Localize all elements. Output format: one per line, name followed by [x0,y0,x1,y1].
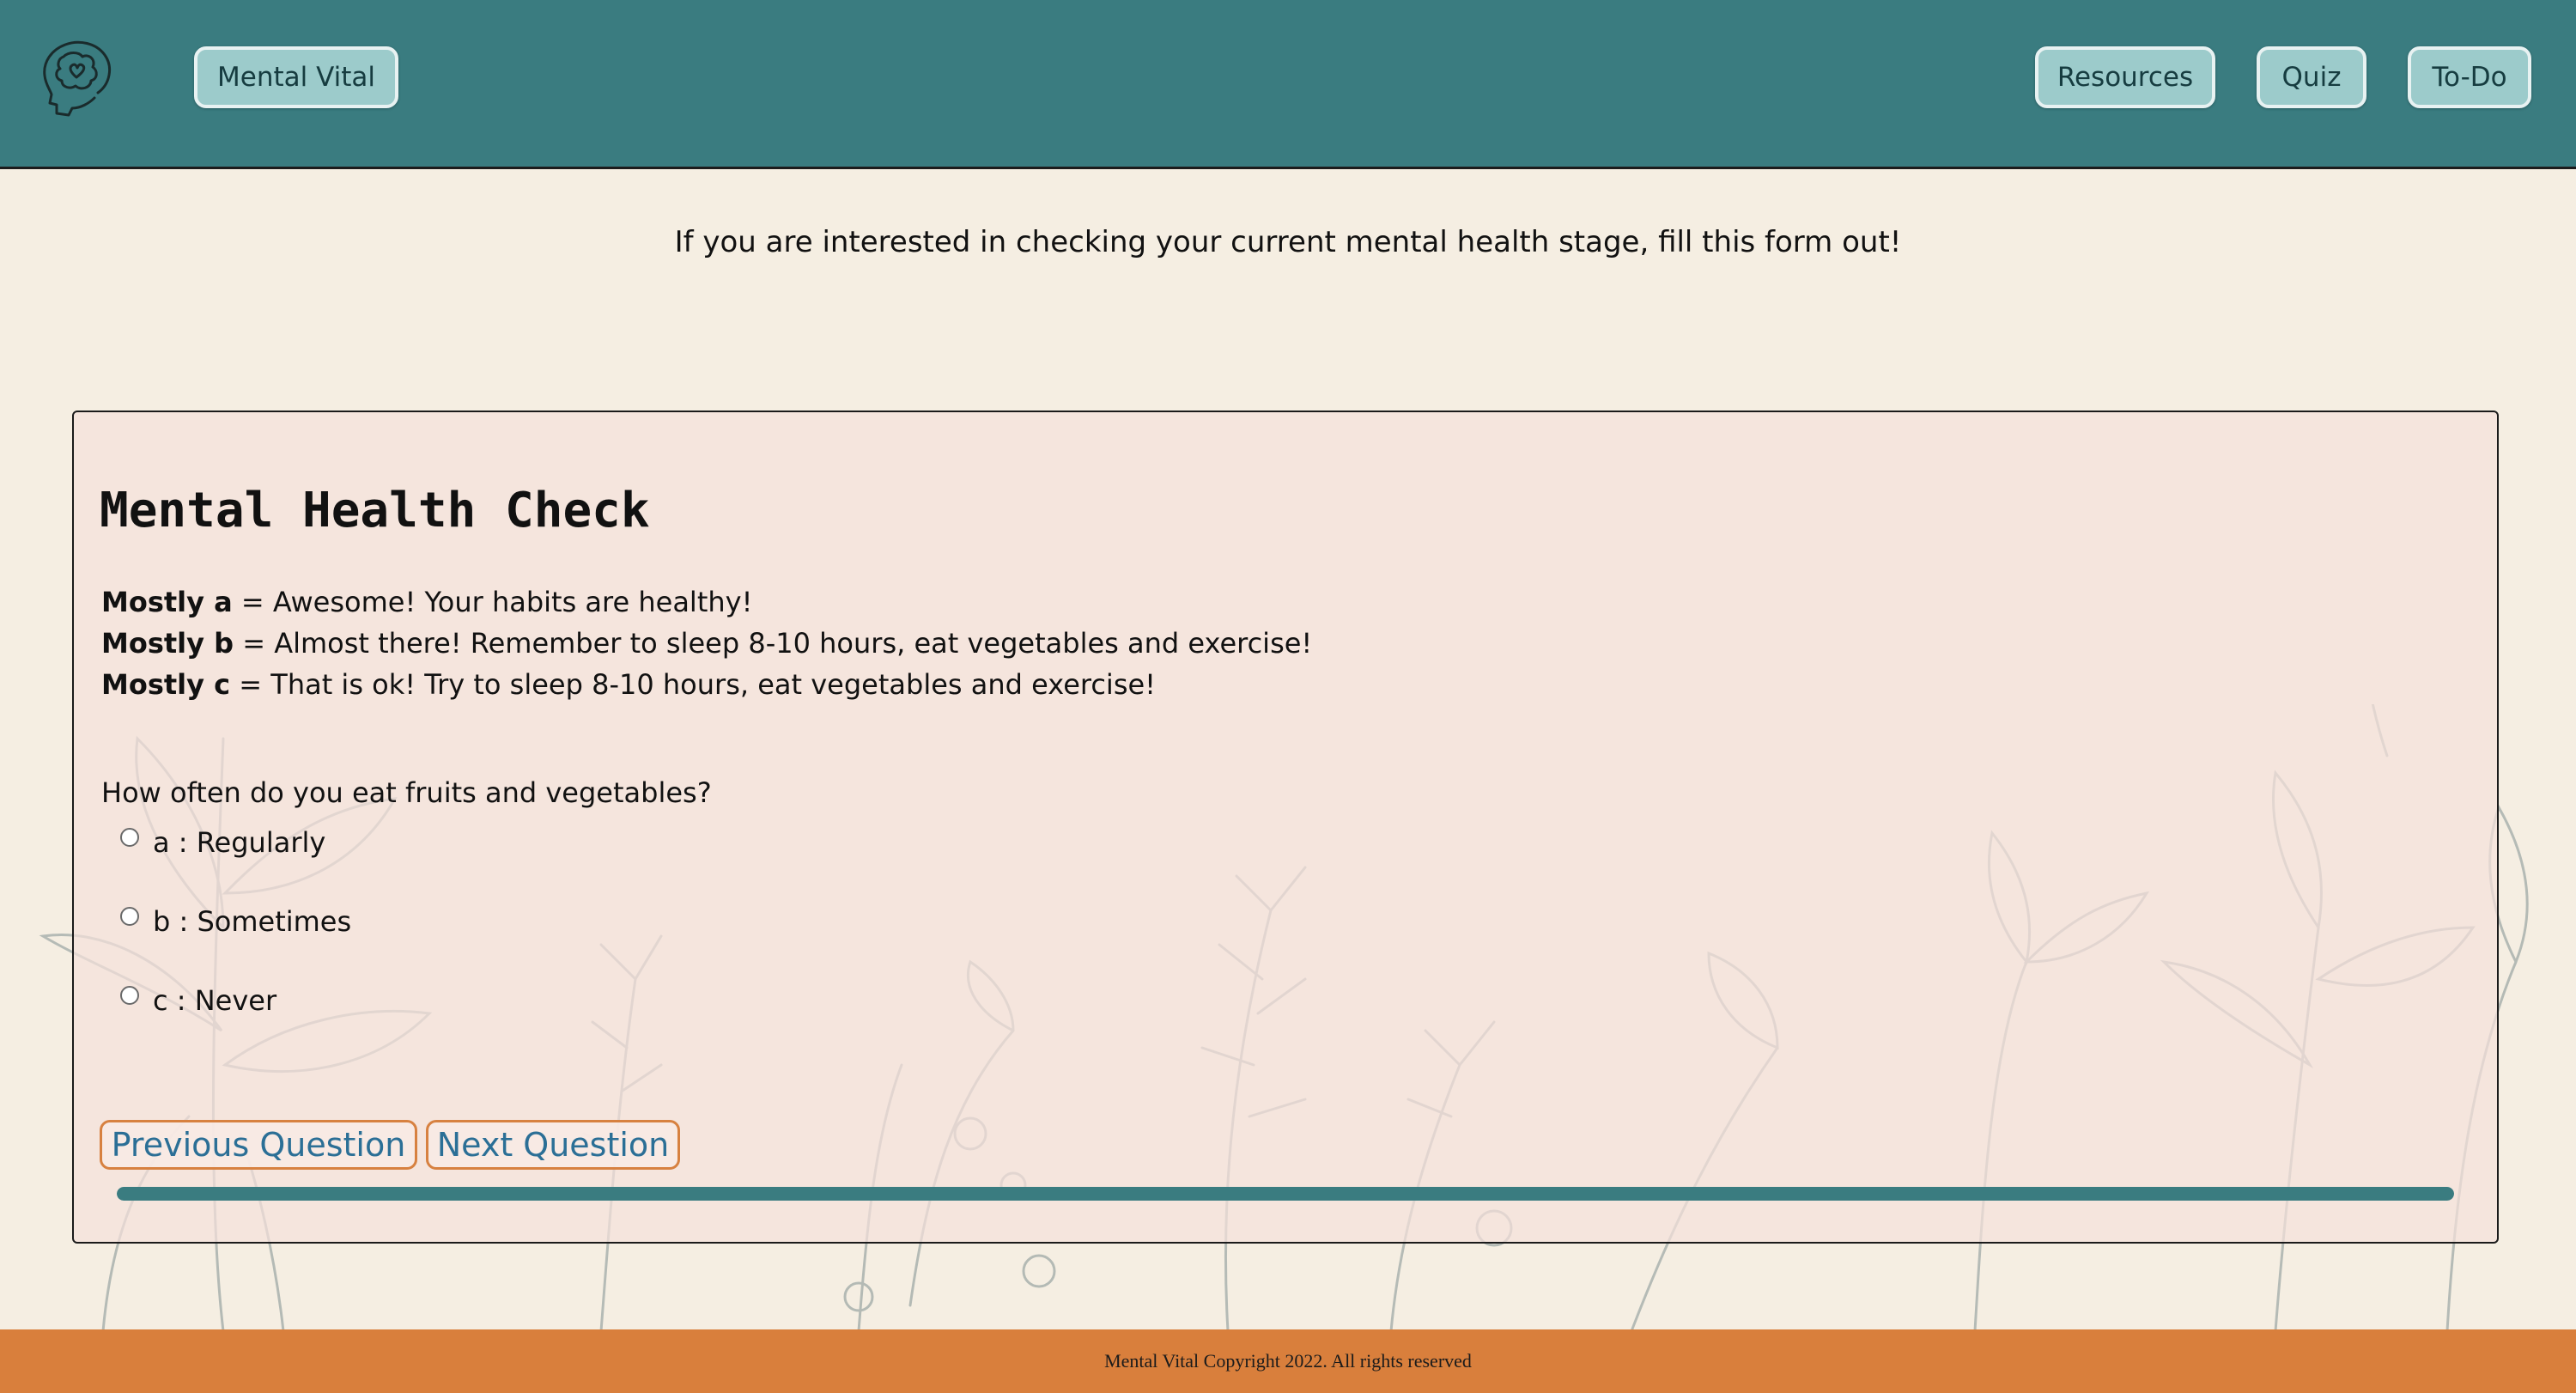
footer: Mental Vital Copyright 2022. All rights … [0,1329,2576,1393]
progress-fill [117,1187,2454,1201]
brand-home-button[interactable]: Mental Vital [194,46,398,108]
legend-line-c: Mostly c = That is ok! Try to sleep 8-10… [101,668,1156,701]
radio-button-b[interactable] [120,907,139,926]
copyright-text: Mental Vital Copyright 2022. All rights … [1104,1350,1472,1372]
radio-button-c[interactable] [120,986,139,1005]
legend-text: = Awesome! Your habits are healthy! [240,586,753,618]
legend-key: Mostly c [101,668,231,701]
quiz-title: Mental Health Check [100,483,650,538]
next-question-button[interactable]: Next Question [426,1120,680,1170]
question-text: How often do you eat fruits and vegetabl… [101,776,712,809]
option-label: c : Never [153,984,277,1017]
option-c[interactable]: c : Never [120,984,276,1017]
legend-line-b: Mostly b = Almost there! Remember to sle… [101,627,1312,660]
legend-text: = That is ok! Try to sleep 8-10 hours, e… [239,668,1156,701]
intro-text: If you are interested in checking your c… [674,225,1902,259]
option-b[interactable]: b : Sometimes [120,905,351,938]
nav-todo-button[interactable]: To-Do [2408,46,2531,108]
legend-key: Mostly b [101,627,234,660]
legend-line-a: Mostly a = Awesome! Your habits are heal… [101,586,752,618]
nav-quiz-button[interactable]: Quiz [2257,46,2366,108]
nav-resources-button[interactable]: Resources [2035,46,2215,108]
brain-head-icon[interactable] [38,38,117,120]
top-nav-bar: Mental Vital Resources Quiz To-Do [0,0,2576,169]
quiz-card: Mental Health Check Mostly a = Awesome! … [72,411,2499,1244]
legend-key: Mostly a [101,586,233,618]
option-a[interactable]: a : Regularly [120,826,325,859]
previous-question-button[interactable]: Previous Question [100,1120,417,1170]
quiz-progress-bar [117,1187,2454,1201]
radio-button-a[interactable] [120,828,139,847]
legend-text: = Almost there! Remember to sleep 8-10 h… [242,627,1313,660]
option-label: b : Sometimes [153,905,352,938]
option-label: a : Regularly [153,826,326,859]
